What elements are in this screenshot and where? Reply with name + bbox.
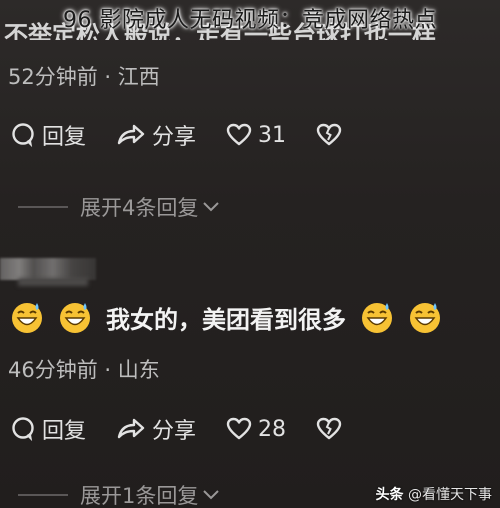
chevron-down-icon: [203, 202, 220, 212]
grinning-sweat-emoji-icon: [362, 302, 392, 333]
broken-heart-icon: [316, 123, 342, 146]
share-button[interactable]: 分享: [116, 413, 196, 445]
share-button[interactable]: 分享: [116, 119, 196, 151]
blurred-username-shadow: [18, 278, 88, 286]
comment-screen: 不举定松人般说，走有一些台球打也一样 96 影院成人无码视频：竞成网络热点 52…: [0, 0, 500, 508]
reply-label: 回复: [42, 419, 87, 444]
divider-line: [18, 494, 68, 496]
grinning-sweat-emoji-icon: [60, 302, 90, 333]
share-arrow-icon: [117, 418, 145, 439]
blurred-username: [0, 258, 96, 280]
like-count: 31: [258, 122, 287, 148]
comment-actions: 回复 分享 28: [10, 412, 490, 446]
share-label: 分享: [152, 125, 197, 150]
expand-replies-label: 展开1条回复: [80, 484, 199, 508]
reply-bubble-icon: [12, 417, 34, 442]
dislike-button[interactable]: [316, 123, 342, 147]
comment-meta: 52分钟前 · 江西: [8, 65, 160, 89]
share-arrow-icon: [117, 124, 145, 145]
reply-label: 回复: [42, 125, 87, 150]
overlay-caption: 96 影院成人无码视频：竞成网络热点: [63, 8, 437, 33]
expand-replies-button[interactable]: 展开4条回复: [18, 192, 220, 222]
dislike-button[interactable]: [316, 417, 342, 441]
reply-button[interactable]: 回复: [10, 413, 86, 445]
chevron-down-icon: [203, 490, 220, 500]
share-label: 分享: [152, 419, 197, 444]
watermark-brand: 头条: [375, 487, 404, 503]
reply-button[interactable]: 回复: [10, 119, 86, 151]
grinning-sweat-emoji-icon: [410, 302, 440, 333]
expand-replies-button[interactable]: 展开1条回复: [18, 480, 220, 508]
toutiao-watermark: 头条 @看懂天下事: [376, 484, 492, 504]
heart-icon: [226, 123, 252, 146]
expand-replies-label: 展开4条回复: [80, 196, 199, 220]
divider-line: [18, 206, 68, 208]
heart-icon: [226, 417, 252, 440]
watermark-handle: @看懂天下事: [408, 487, 492, 503]
grinning-sweat-emoji-icon: [12, 302, 42, 333]
like-count: 28: [258, 416, 287, 442]
comment-meta: 46分钟前 · 山东: [8, 358, 160, 382]
comment-actions: 回复 分享 31: [10, 118, 490, 152]
like-button[interactable]: 31: [226, 123, 286, 148]
comment-text: 我女的，美团看到很多: [106, 306, 346, 334]
broken-heart-icon: [316, 417, 342, 440]
comment-text-row: 我女的，美团看到很多: [10, 300, 442, 335]
reply-bubble-icon: [12, 123, 34, 148]
like-button[interactable]: 28: [226, 417, 286, 442]
